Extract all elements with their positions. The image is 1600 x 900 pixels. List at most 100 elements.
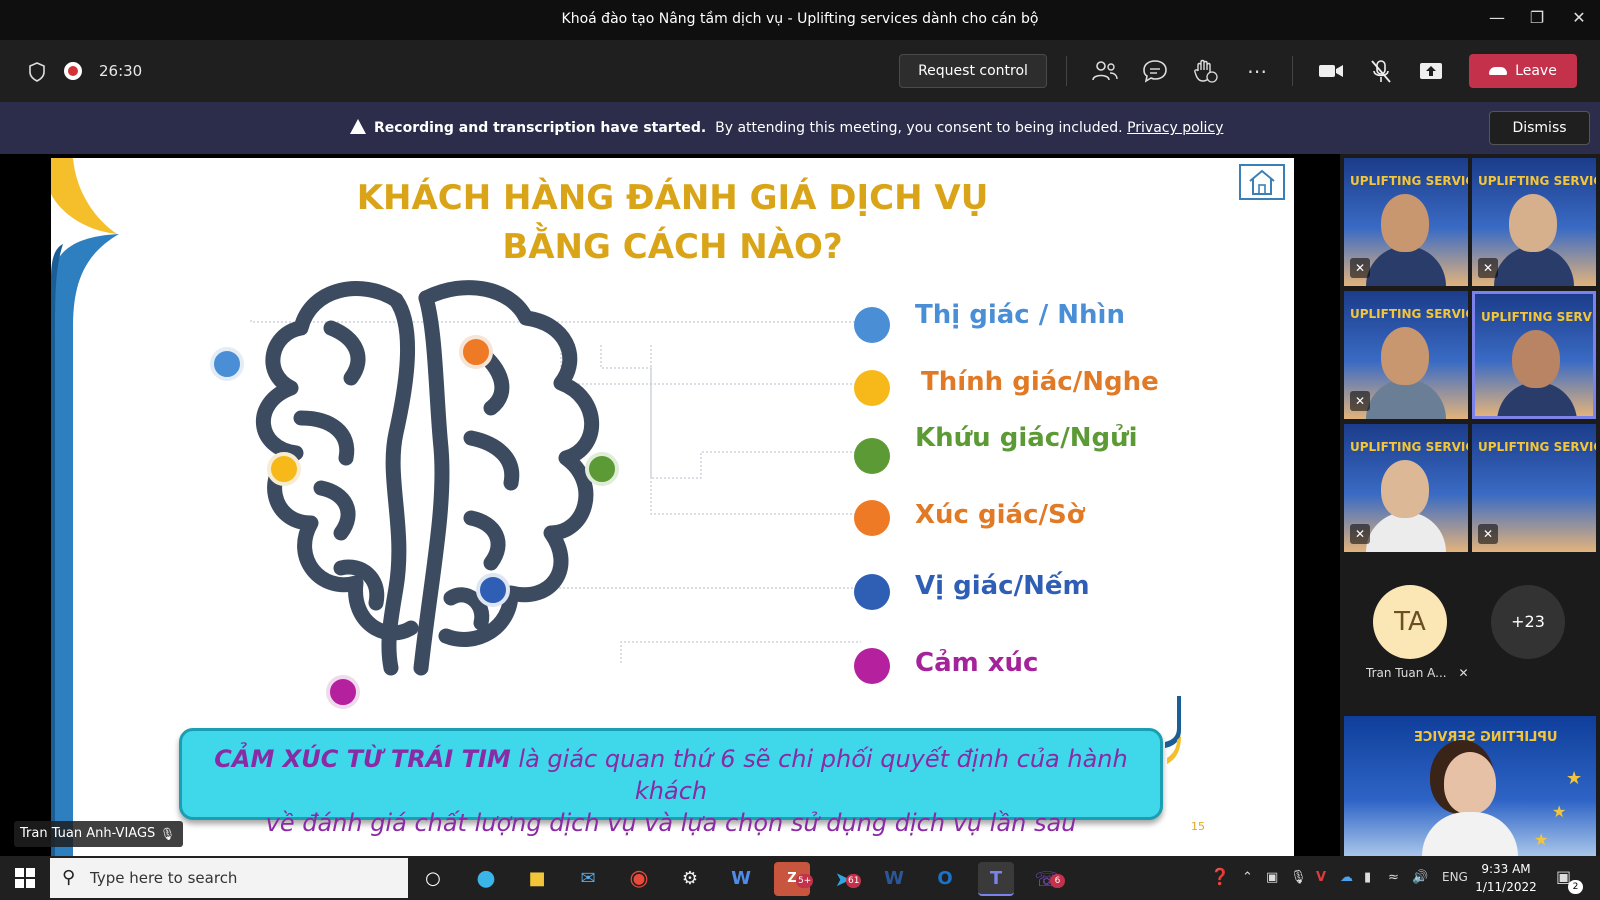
sense-label-hearing: Thính giác/Nghe	[921, 367, 1159, 397]
toolbar-divider	[1066, 56, 1067, 86]
participant-avatar[interactable]: TA	[1373, 585, 1447, 659]
battery-icon[interactable]: ▮	[1364, 870, 1371, 885]
more-options-icon[interactable]: ⋯	[1242, 57, 1272, 85]
brain-illustration	[250, 280, 861, 676]
participant-body	[1366, 246, 1446, 286]
file-explorer-icon[interactable]: ■	[519, 862, 555, 896]
slide-decoration	[51, 158, 119, 856]
brain-dot-blue	[210, 347, 244, 381]
chat-icon[interactable]	[1140, 57, 1170, 85]
microphone-tray-icon[interactable]: 🎙	[1290, 870, 1307, 885]
microphone-muted-icon: ✕	[1350, 524, 1370, 544]
reactions-icon[interactable]	[1190, 57, 1220, 85]
phone-hangup-icon	[1489, 67, 1508, 75]
sense-label-taste: Vị giác/Nếm	[915, 571, 1090, 601]
settings-gear-icon[interactable]: ⚙	[672, 862, 708, 896]
window-title-bar: Khoá đào tạo Nâng tầm dịch vụ - Upliftin…	[0, 0, 1600, 40]
dismiss-button[interactable]: Dismiss	[1489, 111, 1590, 145]
warning-icon	[350, 119, 366, 134]
shield-icon[interactable]	[28, 62, 46, 82]
participant-head	[1381, 194, 1429, 252]
self-video-preview[interactable]: UPLIFTING SERVICE ★ ★ ★	[1344, 716, 1596, 856]
webex-icon[interactable]: W	[723, 862, 759, 896]
star-decoration: ★	[1534, 830, 1549, 849]
recording-notice-message: Recording and transcription have started…	[350, 119, 1223, 136]
participant-avatar-name: Tran Tuan A... ✕	[1366, 666, 1469, 680]
recording-icon	[64, 62, 82, 80]
participant-video-tile[interactable]: UPLIFTING SERVICE ✕	[1344, 424, 1468, 552]
participant-video-tile[interactable]: UPLIFTING SERVICE ✕	[1472, 158, 1596, 286]
participant-video-tile[interactable]: UPLIFTING SERVICE ✕	[1472, 424, 1596, 552]
participant-name: Tran Tuan A...	[1366, 666, 1447, 680]
close-button[interactable]: ✕	[1565, 8, 1593, 32]
slide-decoration	[1165, 696, 1181, 764]
participant-head	[1381, 327, 1429, 385]
help-icon[interactable]: ❓	[1210, 867, 1230, 886]
sense-label-emotion: Cảm xúc	[915, 648, 1039, 678]
mail-icon[interactable]: ✉	[570, 862, 606, 896]
task-view-icon[interactable]: ○	[415, 862, 451, 896]
camera-icon[interactable]	[1316, 57, 1346, 85]
word-icon[interactable]: W	[876, 862, 912, 896]
participant-video-tile[interactable]: UPLIFTING SERVICE ✕	[1344, 291, 1468, 419]
brain-dot-dark-blue	[476, 573, 510, 607]
tile-backdrop-text: UPLIFTING SERVICE	[1481, 310, 1596, 324]
participant-head	[1381, 460, 1429, 518]
notifications-badge: 2	[1568, 880, 1583, 894]
share-screen-icon[interactable]	[1416, 57, 1446, 85]
system-clock[interactable]: 9:33 AM 1/11/2022	[1474, 860, 1538, 896]
outlook-icon[interactable]: O	[927, 862, 963, 896]
star-decoration: ★	[1566, 768, 1583, 789]
taskbar-search-box[interactable]: ⚲ Type here to search	[50, 858, 408, 898]
more-participants-button[interactable]: +23	[1491, 585, 1565, 659]
slide-home-button[interactable]	[1239, 164, 1285, 200]
participant-video-tile-speaking[interactable]: UPLIFTING SERVICE	[1472, 291, 1596, 419]
volume-icon[interactable]: 🔊	[1412, 870, 1428, 885]
callout-emphasis: CẢM XÚC TỪ TRÁI TIM	[214, 745, 511, 773]
privacy-policy-link[interactable]: Privacy policy	[1127, 120, 1223, 136]
show-hidden-icons-chevron-icon[interactable]: ⌃	[1242, 870, 1253, 885]
participant-body	[1366, 512, 1446, 552]
search-icon: ⚲	[62, 867, 76, 888]
toolbar-divider	[1292, 56, 1293, 86]
brain-dot-yellow	[267, 452, 301, 486]
tile-backdrop-text: UPLIFTING SERVICE	[1350, 174, 1468, 188]
leave-button[interactable]: Leave	[1469, 54, 1577, 88]
presenter-name: Tran Tuan Anh-VIAGS	[20, 826, 156, 841]
wifi-icon[interactable]: ≈	[1388, 870, 1399, 885]
tile-backdrop-text: UPLIFTING SERVICE	[1478, 174, 1596, 188]
brain-dot-magenta	[326, 675, 360, 709]
taskbar-search-placeholder: Type here to search	[90, 869, 238, 887]
teams-icon[interactable]: T	[978, 862, 1014, 896]
microphone-muted-icon: 🎙	[160, 827, 176, 841]
windows-taskbar: ⚲ Type here to search ○ ● ■ ✉ ◉ ⚙ W Z 5+…	[0, 856, 1600, 900]
zalo-notification-badge: 5+	[796, 874, 814, 888]
people-icon[interactable]	[1090, 57, 1120, 85]
chrome-browser-icon[interactable]: ◉	[621, 862, 657, 896]
callout-line-2: về đánh giá chất lượng dịch vụ và lựa ch…	[265, 809, 1077, 837]
sense-dot-smell	[854, 438, 890, 474]
recording-notice-bold: Recording and transcription have started…	[374, 120, 707, 136]
participant-head	[1509, 194, 1557, 252]
sense-label-sight: Thị giác / Nhìn	[915, 300, 1125, 330]
microphone-muted-icon: ✕	[1458, 666, 1469, 680]
restore-button[interactable]: ❐	[1523, 8, 1551, 32]
participant-video-tile[interactable]: UPLIFTING SERVICE ✕	[1344, 158, 1468, 286]
slide-page-number: 15	[1191, 820, 1205, 833]
recording-notice-text: By attending this meeting, you consent t…	[715, 120, 1123, 136]
tile-backdrop-text: UPLIFTING SERVICE	[1350, 307, 1468, 321]
minimize-button[interactable]: —	[1483, 8, 1511, 32]
onedrive-icon[interactable]: ☁	[1340, 870, 1353, 885]
meet-now-icon[interactable]: ▣	[1266, 870, 1278, 885]
shared-content-stage: KHÁCH HÀNG ĐÁNH GIÁ DỊCH VỤ BẰNG CÁCH NÀ…	[0, 154, 1340, 856]
recording-notice-banner: Recording and transcription have started…	[0, 102, 1600, 154]
edge-browser-icon[interactable]: ●	[468, 862, 504, 896]
windows-start-icon[interactable]	[15, 868, 35, 888]
viber-notification-badge: 6	[1050, 874, 1065, 888]
input-language[interactable]: ENG	[1442, 870, 1468, 884]
antivirus-icon[interactable]: V	[1316, 870, 1326, 885]
meeting-toolbar: 26:30 Request control ⋯ Leave	[0, 40, 1600, 102]
microphone-muted-icon: ✕	[1350, 258, 1370, 278]
request-control-button[interactable]: Request control	[899, 54, 1047, 88]
microphone-muted-icon[interactable]	[1366, 57, 1396, 85]
